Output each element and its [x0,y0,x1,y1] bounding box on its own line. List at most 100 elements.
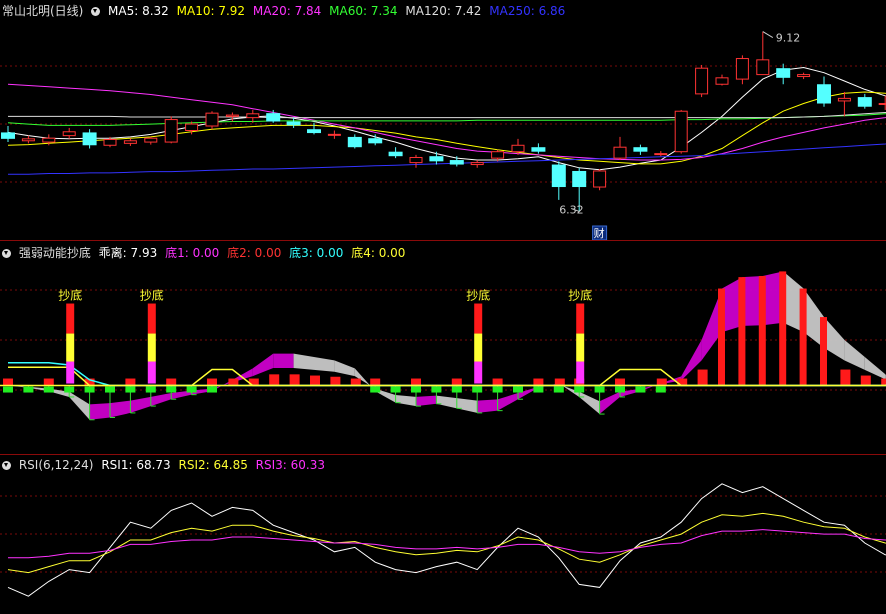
candle-body [409,156,423,164]
strength-bar [370,378,381,386]
panel-divider[interactable] [0,454,886,455]
candlestick-chart[interactable]: 9.12 6.32 财 [0,0,886,240]
momentum-area [334,360,355,377]
momentum-area [130,396,151,413]
candle-body [347,136,362,148]
indicator-menu-icon[interactable] [2,461,11,470]
strength-bar [697,369,708,386]
candle-body [470,162,484,166]
buy-signal-base [474,361,483,384]
baseline-block [553,386,564,393]
candle-body [654,153,668,156]
strength-bar [310,375,320,386]
ma-line-ma20 [7,83,886,161]
momentum-area [89,403,110,420]
candle-body [327,133,341,136]
rsi-chart[interactable] [0,456,886,614]
candle-body [593,170,607,188]
buy-signal-mid [576,333,585,362]
baseline-block [451,386,462,393]
indicator-menu-icon[interactable] [2,249,11,258]
candle-body [491,151,505,159]
high-price-label: 9.12 [776,32,801,45]
momentum-panel[interactable]: 抄底 抄底 抄底 抄底 强弱动能抄底 乖离: 7.93 底1: 0.00 底2: 0.… [0,242,886,454]
buy-signal-label: 抄底 [466,288,490,303]
ma120-label: MA120: 7.42 [405,4,482,18]
momentum-chart[interactable]: 抄底 抄底 抄底 抄底 [0,242,886,454]
candle-body [164,119,178,143]
panel-divider[interactable] [0,240,886,241]
candle-body [531,147,546,152]
buy-signal-label: 抄底 [568,288,592,303]
price-header: 常山北明(日线) MA5: 8.32 MA10: 7.92 MA20: 7.84… [2,2,569,19]
buy-signal-top [474,303,483,334]
indicator-menu-icon[interactable] [91,7,101,16]
baseline-block [492,386,503,393]
candle-body [511,144,525,153]
baseline-block [370,386,381,393]
candle-body [572,170,587,188]
baseline-block [3,386,13,393]
strength-bar [738,277,746,386]
bias-label: 乖离: 7.93 [98,246,158,260]
baseline-block [635,386,646,393]
ma10-label: MA10: 7.92 [176,4,246,18]
strength-bar [840,369,851,386]
strength-bar [269,374,280,386]
rsi-panel[interactable]: RSI(6,12,24) RSI1: 68.73 RSI2: 64.85 RSI… [0,456,886,614]
baseline-block [105,386,115,393]
momentum-area [293,353,314,370]
candle-body [123,140,137,144]
candle-body [837,97,851,102]
high-pointer [762,31,774,38]
candle-body [756,59,770,76]
candle-body [797,74,811,78]
buy-signal-top [147,303,156,334]
momentum-area [599,391,620,415]
bottom1-label: 底1: 0.00 [165,246,220,260]
baseline-block [411,386,421,393]
candle-body [695,67,709,95]
strength-bar [860,375,871,386]
baseline-block [533,386,544,393]
strength-bar [207,378,217,386]
momentum-area [110,400,131,418]
baseline-block [145,386,156,393]
candle-body [735,58,749,80]
bottom4-label: 底4: 0.00 [351,246,406,260]
baseline-block [43,386,54,393]
strength-bar [799,288,807,386]
rsi1-label: RSI1: 68.73 [101,458,171,472]
strength-bar [718,288,725,386]
rsi-header: RSI(6,12,24) RSI1: 68.73 RSI2: 64.85 RSI… [2,458,329,472]
baseline-block [207,386,217,393]
strength-bar [492,378,503,386]
momentum-header: 强弱动能抄底 乖离: 7.93 底1: 0.00 底2: 0.00 底3: 0.… [2,244,409,261]
momentum-area [477,399,498,413]
baseline-block [166,386,177,393]
momentum-area [579,391,600,415]
momentum-area [273,353,294,368]
low-price-label: 6.32 [559,203,584,216]
strength-bar [289,374,300,386]
stock-title: 常山北明(日线) [2,4,84,18]
momentum-area [314,357,335,372]
baseline-block [64,386,75,393]
candle-body [286,121,301,126]
candle-body [62,131,76,137]
candle-body [613,146,627,159]
momentum-area [436,395,457,409]
buy-signal-mid [474,333,483,362]
momentum-area [824,317,845,361]
buy-signal-mid [66,333,75,362]
strength-bar [350,378,361,386]
baseline-block [574,386,585,393]
baseline-block [513,386,523,393]
strength-bar [411,378,421,386]
bottom3-label: 底3: 0.00 [289,246,344,260]
strength-bar [43,378,54,386]
price-panel[interactable]: 9.12 6.32 财 常山北明(日线) MA5: 8.32 MA10: 7.92 … [0,0,886,240]
baseline-block [390,386,401,393]
candle-body [266,113,281,122]
buy-signal-label: 抄底 [140,288,164,303]
